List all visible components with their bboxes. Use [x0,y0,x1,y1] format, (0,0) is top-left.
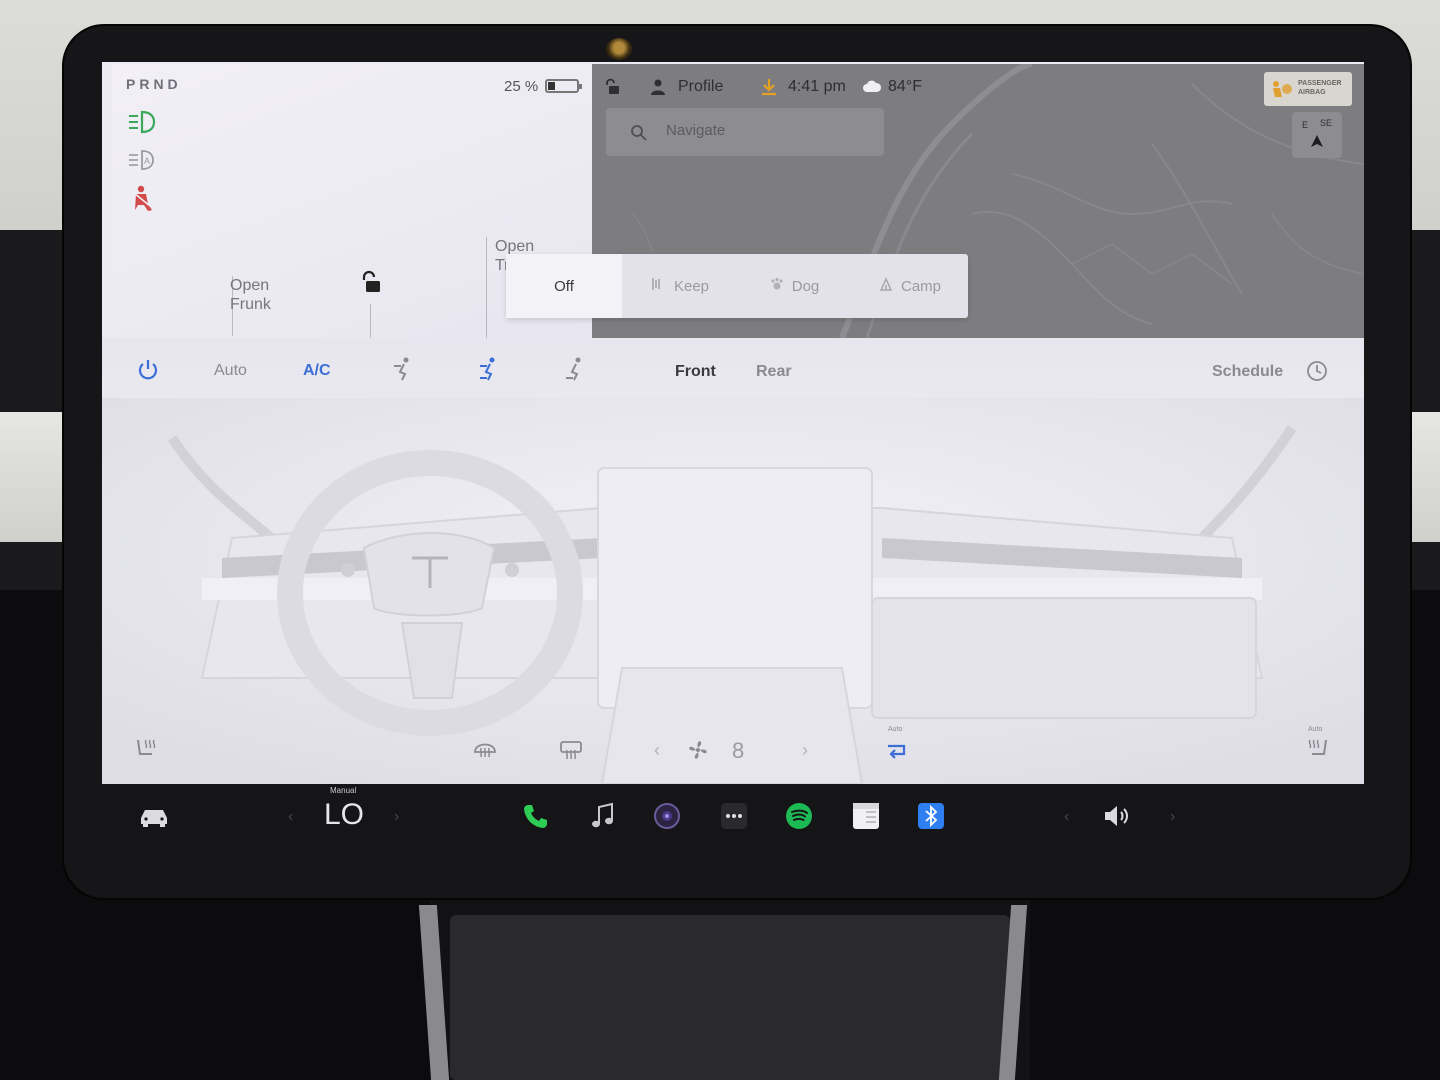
calendar-icon[interactable] [852,802,880,835]
compass-se-label: SE [1320,118,1333,128]
lock-status-icon[interactable] [604,78,622,101]
mode-off-option[interactable]: Off [506,254,622,318]
compass-e-label: E [1302,120,1309,130]
software-update-icon[interactable] [760,77,778,102]
temp-increase-chevron-icon[interactable]: › [394,808,399,826]
seatbelt-warning-icon [126,184,158,212]
front-defrost-icon[interactable] [472,738,498,767]
cabin-camera [606,38,632,60]
temp-decrease-chevron-icon[interactable]: ‹ [288,808,293,826]
panel-divider [486,274,487,338]
climate-keep-mode-selector: Off Keep Dog Camp [506,254,968,318]
airflow-feet-icon[interactable] [564,356,586,387]
keep-mode-icon [650,276,666,296]
open-frunk-label-1: Open [230,277,270,294]
open-frunk-label-2: Frunk [230,296,271,313]
temperature-mode-label: Manual [330,786,357,795]
climate-power-icon[interactable] [136,358,160,387]
phone-icon[interactable] [522,802,550,835]
passenger-airbag-indicator: PASSENGER AIRBAG [1264,72,1352,106]
recirculation-icon[interactable] [884,740,908,767]
fan-icon [686,738,710,767]
clock-time: 4:41 pm [788,78,846,95]
mode-keep-label: Keep [673,277,710,295]
ac-button[interactable]: A/C [303,362,331,380]
mode-camp-label: Camp [900,277,941,295]
cloud-icon [862,78,882,99]
open-frunk-button[interactable]: Open Frunk [222,276,271,314]
outside-temperature: 84°F [888,78,922,95]
cabin-temperature-value[interactable]: LO [324,798,364,832]
panel-divider [370,304,371,338]
camp-mode-icon [879,277,893,295]
compass-button[interactable]: E SE [1292,112,1342,158]
navigate-search-box[interactable]: Navigate [606,108,884,156]
console-tray [450,915,1010,1080]
mode-keep-option[interactable]: Keep [622,254,737,318]
fan-decrease-chevron-icon[interactable]: ‹ [654,740,660,761]
front-climate-tab[interactable]: Front [675,363,716,381]
spotify-icon[interactable] [785,802,813,835]
rear-climate-tab[interactable]: Rear [756,363,792,381]
battery-percent: 25 % [504,78,539,95]
bottom-taskbar: ‹ Manual LO › ‹ › [102,784,1364,854]
clock-icon[interactable] [1306,360,1328,387]
volume-up-chevron-icon[interactable]: › [1170,808,1175,826]
climate-control-panel: Auto A/C Front Rear Schedule ‹ 8 › Auto … [102,338,1364,784]
cabin-illustration [102,398,1364,784]
airflow-face-feet-icon[interactable] [478,356,500,387]
mode-camp-option[interactable]: Camp [852,254,968,318]
dog-mode-icon [770,277,784,295]
car-controls-icon[interactable] [138,806,170,833]
heading-arrow-icon [1310,134,1324,153]
unlock-icon[interactable] [358,270,384,296]
fan-increase-chevron-icon[interactable]: › [802,740,808,761]
airbag-label-2: AIRBAG [1298,89,1326,96]
headlights-icon[interactable] [126,108,158,136]
airbag-label-1: PASSENGER [1298,80,1342,87]
climate-auto-button[interactable]: Auto [214,362,247,380]
airbag-icon [1270,79,1294,104]
svg-text:A: A [144,156,150,166]
schedule-button[interactable]: Schedule [1212,363,1283,381]
airflow-face-icon[interactable] [392,356,414,387]
battery-level-fill [548,82,555,90]
rear-defrost-icon[interactable] [558,738,584,767]
volume-icon[interactable] [1102,804,1134,833]
bluetooth-icon[interactable] [917,802,945,835]
gear-selector-indicator: PRND [126,76,182,92]
battery-icon [545,79,582,93]
profile-label[interactable]: Profile [678,78,723,96]
passenger-seat-auto-label: Auto [1308,726,1323,733]
touchscreen: PRND 25 % A Open Frunk Open Tr Profile 4… [102,62,1364,784]
more-apps-icon[interactable] [720,802,748,835]
auto-high-beam-icon[interactable]: A [126,146,158,174]
profile-icon[interactable] [650,78,666,101]
volume-down-chevron-icon[interactable]: ‹ [1064,808,1069,826]
passenger-seat-heater-icon[interactable] [1306,736,1332,767]
driver-seat-heater-icon[interactable] [132,736,158,767]
recirculation-auto-label: Auto [888,726,903,733]
search-icon [630,124,648,147]
camera-app-icon[interactable] [653,802,681,835]
music-icon[interactable] [590,802,616,835]
mode-dog-option[interactable]: Dog [737,254,852,318]
navigate-placeholder: Navigate [666,122,726,139]
fan-speed-value: 8 [732,738,745,763]
mode-dog-label: Dog [791,277,820,295]
mode-off-label: Off [554,277,574,295]
